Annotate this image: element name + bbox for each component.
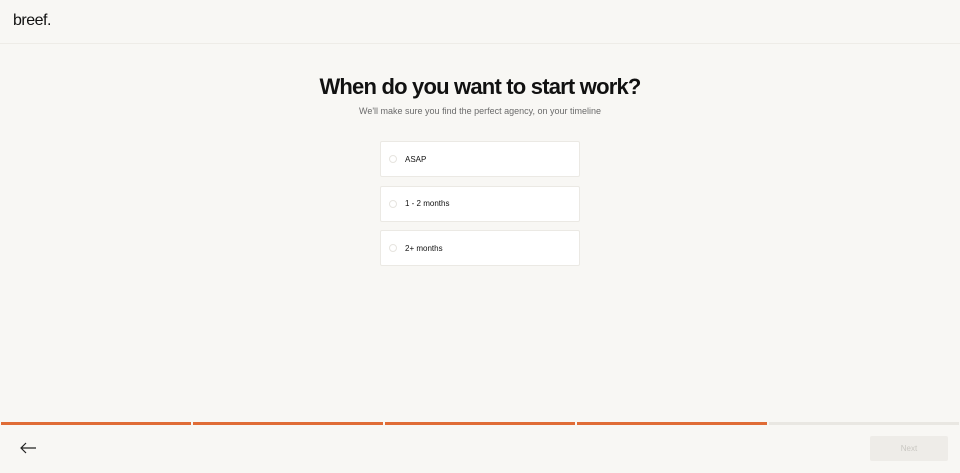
breef-logo[interactable]: breef. — [13, 12, 51, 30]
option-asap[interactable]: ASAP — [380, 141, 580, 177]
back-button[interactable] — [18, 440, 38, 456]
option-label: 2+ months — [405, 243, 443, 253]
progress-segment — [193, 422, 383, 425]
progress-segment — [1, 422, 191, 425]
progress-segment — [385, 422, 575, 425]
radio-button[interactable] — [389, 244, 397, 252]
radio-button[interactable] — [389, 199, 397, 208]
progress-segment — [577, 422, 767, 425]
progress-segment — [769, 422, 959, 425]
header: breef. — [0, 0, 960, 44]
option-label: ASAP — [405, 154, 427, 164]
page-title: When do you want to start work? — [319, 74, 641, 99]
footer: Next — [0, 426, 960, 473]
option-1-2-months[interactable]: 1 - 2 months — [380, 185, 580, 222]
arrow-left-icon — [20, 442, 36, 454]
page-subtitle: We'll make sure you find the perfect age… — [358, 106, 601, 116]
radio-button[interactable] — [389, 155, 397, 163]
timeline-options: ASAP 1 - 2 months 2+ months — [380, 141, 580, 275]
option-label: 1 - 2 months — [405, 199, 450, 208]
next-button[interactable]: Next — [870, 436, 948, 461]
option-2-plus-months[interactable]: 2+ months — [380, 230, 580, 266]
